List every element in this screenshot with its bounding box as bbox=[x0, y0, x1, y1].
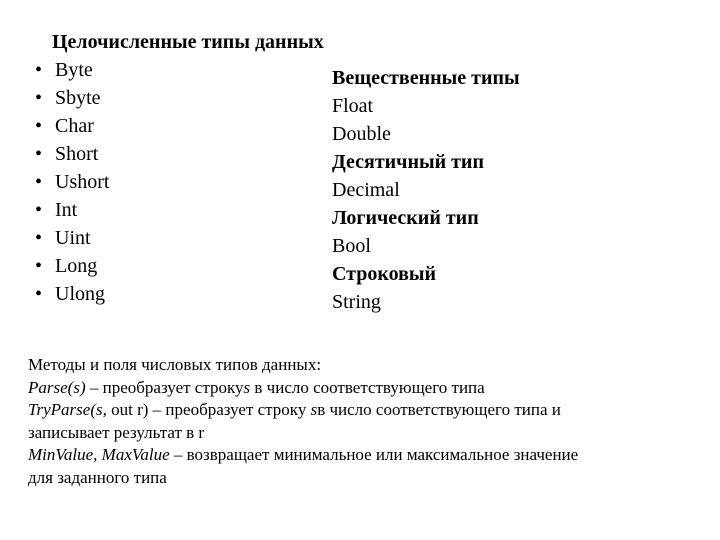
type-name-decimal: Decimal bbox=[332, 179, 400, 201]
bullet-icon: • bbox=[35, 143, 43, 165]
method-name-parse: Parse(s) bbox=[28, 377, 86, 397]
list-item-label: Long bbox=[55, 255, 98, 277]
method-tail-tryparse: в число соответствующего типа и bbox=[317, 400, 561, 419]
group-heading-decimal-type: Десятичный тип bbox=[332, 151, 484, 173]
slide-canvas: Целочисленные типы данных • Byte • Sbyte… bbox=[0, 0, 720, 540]
method-name-tryparse: TryParse(s, bbox=[28, 400, 107, 419]
methods-notes-block: Методы и поля числовых типов данных: Par… bbox=[28, 354, 692, 489]
list-item: • Ushort bbox=[28, 168, 328, 196]
list-item: • Uint bbox=[28, 224, 328, 252]
bullet-icon: • bbox=[35, 283, 43, 305]
group-heading-string-type: Строковый bbox=[332, 263, 437, 285]
bullet-icon: • bbox=[35, 115, 43, 137]
bullet-icon: • bbox=[35, 199, 43, 221]
bullet-icon: • bbox=[35, 171, 43, 193]
bullet-icon: • bbox=[35, 255, 43, 277]
note-line-minmax: MinValue, MaxValue – возвращает минималь… bbox=[28, 444, 692, 467]
list-item-label: Short bbox=[55, 143, 99, 165]
integer-types-section: Целочисленные типы данных • Byte • Sbyte… bbox=[28, 28, 328, 308]
group-heading-logical-type: Логический тип bbox=[332, 207, 479, 229]
bullet-icon: • bbox=[35, 87, 43, 109]
type-name-bool: Bool bbox=[332, 235, 371, 257]
list-item: • Char bbox=[28, 112, 328, 140]
list-item-label: Byte bbox=[55, 59, 93, 81]
method-name-minmax: MinValue, MaxValue bbox=[28, 445, 170, 464]
other-types-section: Вещественные типы Float Double Десятичны… bbox=[332, 64, 632, 316]
list-item-label: Ulong bbox=[55, 283, 105, 305]
integer-types-list: • Byte • Sbyte • Char • Short • Ushort •… bbox=[28, 56, 328, 308]
list-item-label: Sbyte bbox=[55, 87, 101, 109]
method-desc-minmax: – возвращает минимальное или максимально… bbox=[169, 445, 579, 464]
type-name-double: Double bbox=[332, 123, 391, 145]
group-heading-real-types: Вещественные типы bbox=[332, 67, 520, 89]
method-desc-parse: – преобразует строку bbox=[85, 377, 244, 397]
method-tail-parse: в число соответствующего типа bbox=[250, 377, 485, 397]
notes-heading: Методы и поля числовых типов данных: bbox=[28, 355, 322, 374]
list-item: • Sbyte bbox=[28, 84, 328, 112]
list-item-label: Uint bbox=[55, 227, 91, 249]
type-name-float: Float bbox=[332, 95, 374, 117]
list-item: • Short bbox=[28, 140, 328, 168]
list-item-label: Ushort bbox=[55, 171, 110, 193]
note-line-tryparse-cont: записывает результат в r bbox=[28, 422, 205, 442]
list-item: • Int bbox=[28, 196, 328, 224]
list-item-label: Int bbox=[55, 199, 78, 221]
bullet-icon: • bbox=[35, 227, 43, 249]
note-line-tryparse: TryParse(s, out r) – преобразует строку … bbox=[28, 399, 692, 422]
list-item: • Long bbox=[28, 252, 328, 280]
list-item: • Ulong bbox=[28, 280, 328, 308]
list-item: • Byte bbox=[28, 56, 328, 84]
list-item-label: Char bbox=[55, 115, 94, 137]
note-line-minmax-cont: для заданного типа bbox=[28, 467, 167, 487]
note-line-parse: Parse(s) – преобразует строкуs в число с… bbox=[28, 377, 692, 400]
method-desc-tryparse: out r) – преобразует строку bbox=[106, 400, 311, 419]
bullet-icon: • bbox=[35, 59, 43, 81]
page-title: Целочисленные типы данных bbox=[52, 31, 324, 53]
type-name-string: String bbox=[332, 291, 381, 313]
